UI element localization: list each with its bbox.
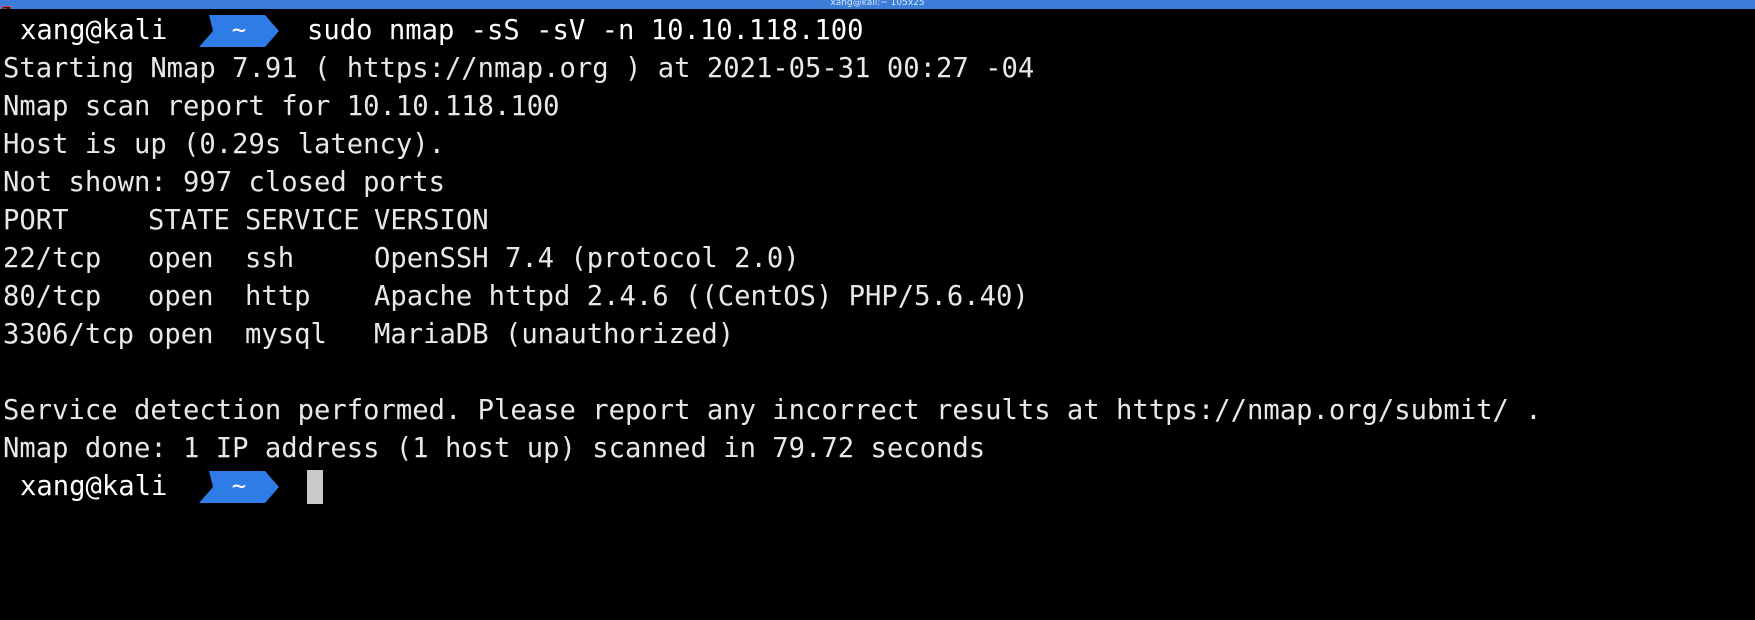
version-cell: Apache httpd 2.4.6 ((CentOS) PHP/5.6.40) [374, 281, 1029, 312]
service-cell: ssh [245, 243, 295, 274]
ports-table-header: PORT STATE SERVICE VERSION [0, 202, 1755, 240]
version-cell: MariaDB (unauthorized) [374, 319, 735, 350]
prompt-user-host: xang@kali [20, 471, 168, 502]
port-cell: 22/tcp [3, 243, 102, 274]
output-done: Nmap done: 1 IP address (1 host up) scan… [3, 433, 986, 464]
command-text: sudo nmap -sS -sV -n 10.10.118.100 [307, 15, 864, 46]
port-cell: 80/tcp [3, 281, 102, 312]
header-state: STATE [148, 205, 230, 236]
window-title: xang@kali:~ 105x25 [830, 0, 925, 8]
prompt-directory-segment: ~ [199, 468, 287, 506]
service-cell: http [245, 281, 311, 312]
window-titlebar[interactable]: xang@kali:~ 105x25 [0, 0, 1755, 9]
prompt-line-command: xang@kali ~ sudo nmap -sS -sV -n 10.10.1… [0, 12, 1755, 50]
service-cell: mysql [245, 319, 327, 350]
prompt-directory: ~ [231, 472, 247, 500]
prompt-directory-segment: ~ [199, 12, 287, 50]
header-service: SERVICE [245, 205, 360, 236]
output-starting: Starting Nmap 7.91 ( https://nmap.org ) … [3, 53, 1035, 84]
output-report: Nmap scan report for 10.10.118.100 [3, 91, 560, 122]
port-cell: 3306/tcp [3, 319, 134, 350]
prompt-line-active: xang@kali ~ [0, 468, 1755, 506]
output-host-up: Host is up (0.29s latency). [3, 129, 445, 160]
state-cell: open [148, 281, 214, 312]
output-not-shown: Not shown: 997 closed ports [3, 167, 445, 198]
prompt-user-host: xang@kali [20, 15, 168, 46]
output-service-detection: Service detection performed. Please repo… [3, 395, 1542, 426]
version-cell: OpenSSH 7.4 (protocol 2.0) [374, 243, 800, 274]
table-row: 22/tcp open ssh OpenSSH 7.4 (protocol 2.0) [0, 240, 1755, 278]
state-cell: open [148, 243, 214, 274]
state-cell: open [148, 319, 214, 350]
header-port: PORT [3, 205, 69, 236]
header-version: VERSION [374, 205, 489, 236]
text-cursor[interactable] [307, 470, 323, 504]
terminal-area[interactable]: xang@kali ~ sudo nmap -sS -sV -n 10.10.1… [0, 12, 1755, 577]
table-row: 3306/tcp open mysql MariaDB (unauthorized) [0, 316, 1755, 354]
prompt-directory: ~ [231, 16, 247, 44]
table-row: 80/tcp open http Apache httpd 2.4.6 ((CentO… [0, 278, 1755, 316]
